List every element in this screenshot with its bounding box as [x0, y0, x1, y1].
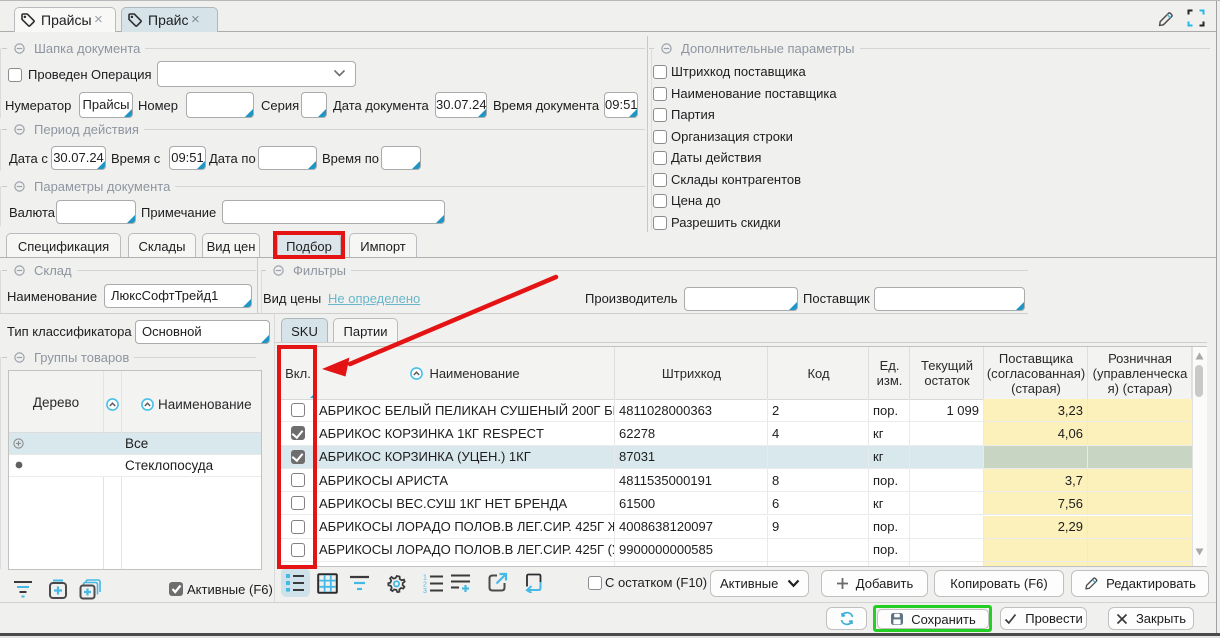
svg-text:1: 1 [423, 575, 427, 582]
svg-text:3: 3 [423, 588, 427, 593]
